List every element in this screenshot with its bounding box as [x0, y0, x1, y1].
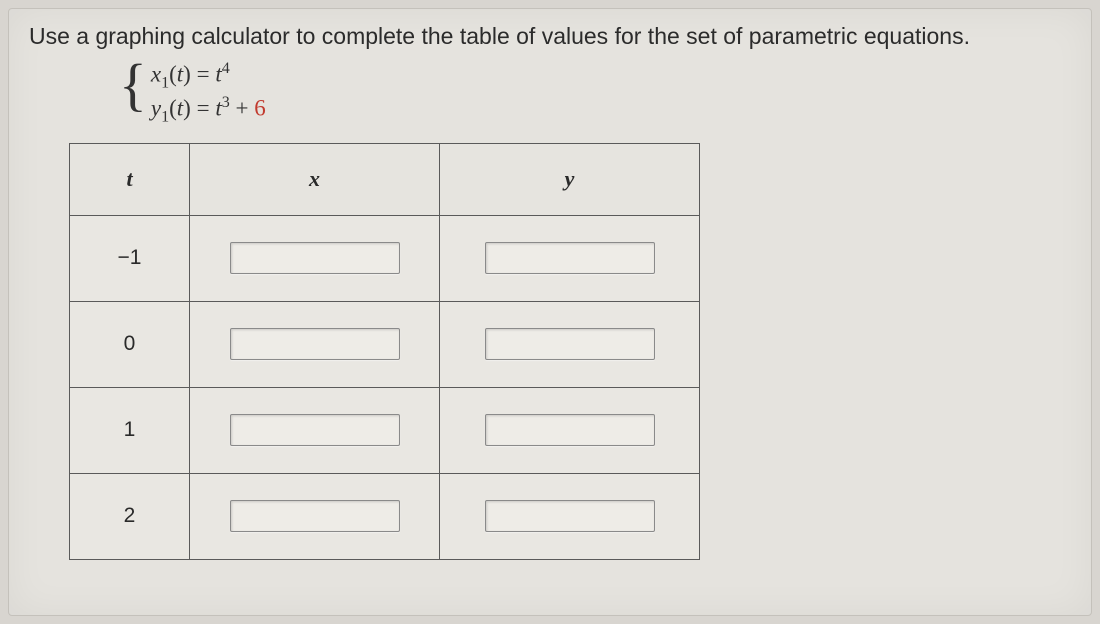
cell-x: [190, 301, 440, 387]
input-x-row3[interactable]: [230, 500, 400, 532]
eq1-lhs-var: x: [151, 62, 161, 87]
equation-x1: x1(t) = t4: [151, 60, 266, 92]
input-y-row1[interactable]: [485, 328, 655, 360]
cell-x: [190, 473, 440, 559]
cell-y: [440, 387, 700, 473]
cell-t: −1: [70, 215, 190, 301]
instruction-text: Use a graphing calculator to complete th…: [29, 23, 1071, 50]
cell-t: 1: [70, 387, 190, 473]
eq2-equals: =: [191, 96, 215, 121]
cell-t: 0: [70, 301, 190, 387]
cell-y: [440, 301, 700, 387]
input-x-row1[interactable]: [230, 328, 400, 360]
eq1-lhs-sub: 1: [161, 74, 169, 91]
header-t: t: [70, 143, 190, 215]
eq2-lhs-sub: 1: [161, 109, 169, 126]
input-y-row3[interactable]: [485, 500, 655, 532]
table-row: −1: [70, 215, 700, 301]
eq2-rhs-sup: 3: [222, 94, 230, 111]
cell-x: [190, 215, 440, 301]
table-row: 0: [70, 301, 700, 387]
cell-x: [190, 387, 440, 473]
left-brace: {: [119, 56, 147, 123]
eq1-lhs-arg: t: [177, 62, 183, 87]
cell-y: [440, 473, 700, 559]
table-row: 1: [70, 387, 700, 473]
equation-lines: x1(t) = t4 y1(t) = t3 + 6: [151, 60, 266, 127]
table-header-row: t x y: [70, 143, 700, 215]
input-x-row0[interactable]: [230, 242, 400, 274]
cell-t: 2: [70, 473, 190, 559]
input-y-row0[interactable]: [485, 242, 655, 274]
eq1-rhs-sup: 4: [222, 60, 230, 77]
values-table: t x y −1 0 1 2: [69, 143, 700, 560]
header-x: x: [190, 143, 440, 215]
cell-y: [440, 215, 700, 301]
input-y-row2[interactable]: [485, 414, 655, 446]
table-row: 2: [70, 473, 700, 559]
equation-system: { x1(t) = t4 y1(t) = t3 + 6: [119, 60, 1071, 127]
header-y: y: [440, 143, 700, 215]
input-x-row2[interactable]: [230, 414, 400, 446]
eq2-plus: +: [230, 96, 254, 121]
eq1-equals: =: [191, 62, 215, 87]
equation-y1: y1(t) = t3 + 6: [151, 94, 266, 126]
eq2-lhs-var: y: [151, 96, 161, 121]
problem-panel: Use a graphing calculator to complete th…: [8, 8, 1092, 616]
eq2-const: 6: [254, 96, 266, 121]
eq2-lhs-arg: t: [177, 96, 183, 121]
